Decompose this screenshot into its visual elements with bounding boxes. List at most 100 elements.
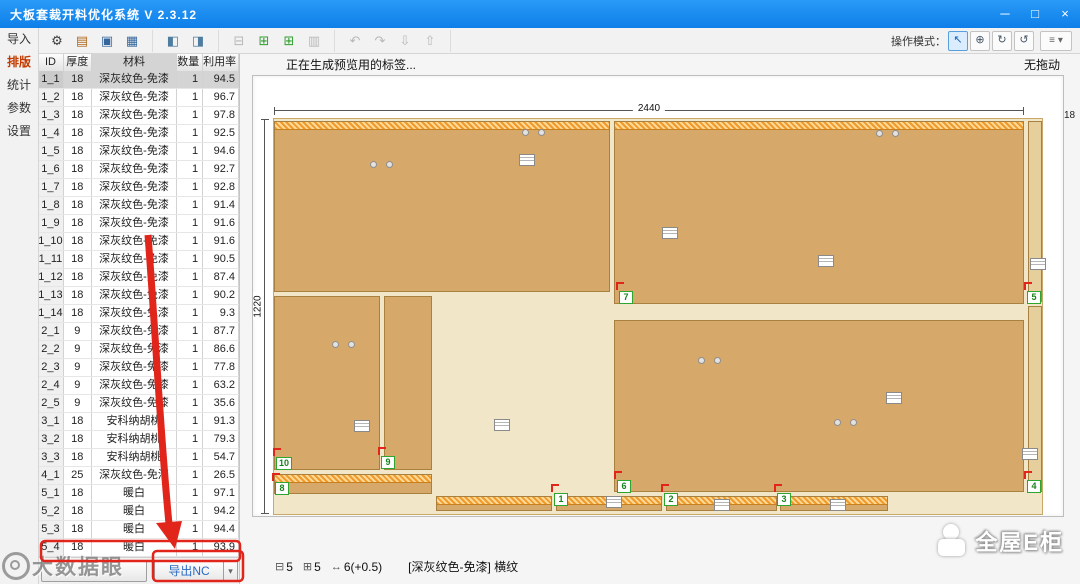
table-cell: 25 (64, 467, 92, 484)
table-row[interactable]: 1_3 18 深灰纹色-免漆 1 97.8 (38, 107, 239, 125)
table-row[interactable]: 1_12 18 深灰纹色-免漆 1 87.4 (38, 269, 239, 287)
mode-dropdown[interactable]: ≡ ▾ (1040, 30, 1072, 51)
table-row[interactable]: 5_4 18 暖白 1 93.9 (38, 539, 239, 557)
table-row[interactable]: 1_11 18 深灰纹色-免漆 1 90.5 (38, 251, 239, 269)
piece-number-marker[interactable]: 3 (777, 493, 791, 506)
panel-left-icon[interactable]: ◧ (162, 30, 184, 52)
table-row[interactable]: 1_13 18 深灰纹色-免漆 1 90.2 (38, 287, 239, 305)
piece-number-marker[interactable]: 10 (276, 457, 293, 470)
table-cell: 92.7 (203, 161, 239, 178)
minimize-button[interactable]: ─ (990, 0, 1020, 28)
table-row[interactable]: 3_1 18 安科纳胡桃 1 91.3 (38, 413, 239, 431)
pan-mode-button[interactable]: ⊕ (970, 30, 990, 51)
table-row[interactable]: 1_1 18 深灰纹色-免漆 1 94.5 (38, 71, 239, 89)
board-piece-bottom-a[interactable] (436, 496, 552, 511)
column-header[interactable]: 厚度 (64, 54, 92, 71)
table-cell: 35.6 (203, 395, 239, 412)
export-nc-dropdown[interactable]: ▾ (223, 560, 238, 582)
table-row[interactable]: 1_7 18 深灰纹色-免漆 1 92.8 (38, 179, 239, 197)
table-cell: 1 (177, 377, 204, 394)
settings-gear-icon[interactable]: ⚙ (46, 30, 68, 52)
board-piece-strip-5[interactable] (1028, 121, 1042, 302)
board-height-label: 1220 (253, 292, 264, 321)
layout-canvas[interactable]: 2440 1220 7 5 10 9 8 6 1 2 3 4 (252, 75, 1064, 517)
table-cell: 2_5 (38, 395, 64, 412)
table-cell: 深灰纹色-免漆 (92, 467, 178, 484)
table-cell: 1_7 (38, 179, 64, 196)
cursor-mode-button[interactable]: ↖ (948, 30, 968, 51)
table-row[interactable]: 1_14 18 深灰纹色-免漆 1 9.3 (38, 305, 239, 323)
table-cell: 1 (177, 539, 204, 556)
table-cell: 18 (64, 413, 92, 430)
export-nc-button[interactable]: 导出NC (154, 560, 224, 582)
table-row[interactable]: 2_5 9 深灰纹色-免漆 1 35.6 (38, 395, 239, 413)
table-row[interactable]: 1_6 18 深灰纹色-免漆 1 92.7 (38, 161, 239, 179)
piece-number-marker[interactable]: 7 (619, 291, 633, 304)
app-window: 大板套裁开料优化系统 V 2.3.12 ─ □ × ⚙ ▤ ▣ ▦ ◧ ◨ ⊟ ⊞ ⊞ ▥ ↶ ↷ ⇩ ⇧ 操… (0, 0, 1080, 584)
table-cell: 2_3 (38, 359, 64, 376)
rotate-cw-button[interactable]: ↻ (992, 30, 1012, 51)
table-row[interactable]: 5_1 18 暖白 1 97.1 (38, 485, 239, 503)
table-cell: 2_2 (38, 341, 64, 358)
piece-number-marker[interactable]: 6 (617, 480, 631, 493)
piece-number-marker[interactable]: 4 (1027, 480, 1041, 493)
board-piece-strip-4[interactable] (1028, 306, 1042, 492)
table-row[interactable]: 1_10 18 深灰纹色-免漆 1 91.6 (38, 233, 239, 251)
sidebar-item-layout[interactable]: 排版 (0, 51, 38, 74)
table-row[interactable]: 1_8 18 深灰纹色-免漆 1 91.4 (38, 197, 239, 215)
sidebar-item-import[interactable]: 导入 (0, 28, 38, 51)
table-row[interactable]: 3_2 18 安科纳胡桃 1 79.3 (38, 431, 239, 449)
board-piece-mid-right[interactable] (614, 320, 1024, 492)
progress-status-text: 正在生成预览用的标签... (286, 58, 417, 72)
secondary-button[interactable] (41, 560, 147, 582)
sidebar-item-stats[interactable]: 统计 (0, 74, 38, 97)
operation-mode-label: 操作模式： (891, 35, 946, 48)
table-cell: 1 (177, 251, 204, 268)
table-cell: 1_10 (38, 233, 64, 250)
add-board-icon[interactable]: ⊞ (253, 30, 275, 52)
table-cell: 91.6 (203, 233, 239, 250)
sidebar-item-settings[interactable]: 设置 (0, 120, 38, 143)
table-row[interactable]: 2_3 9 深灰纹色-免漆 1 77.8 (38, 359, 239, 377)
board-piece-strip-8[interactable] (274, 474, 432, 494)
table-row[interactable]: 4_1 25 深灰纹色-免漆 1 26.5 (38, 467, 239, 485)
piece-number-marker[interactable]: 5 (1027, 291, 1041, 304)
rotate-ccw-button[interactable]: ↺ (1014, 30, 1034, 51)
table-cell: 深灰纹色-免漆 (92, 395, 178, 412)
close-button[interactable]: × (1050, 0, 1080, 28)
add-part-icon[interactable]: ⊞ (278, 30, 300, 52)
table-row[interactable]: 2_1 9 深灰纹色-免漆 1 87.7 (38, 323, 239, 341)
piece-number-marker[interactable]: 9 (381, 456, 395, 469)
table-row[interactable]: 1_9 18 深灰纹色-免漆 1 91.6 (38, 215, 239, 233)
grid-icon[interactable]: ▦ (121, 30, 143, 52)
board-piece-mid-9[interactable] (384, 296, 432, 470)
table-row[interactable]: 3_3 18 安科纳胡桃 1 54.7 (38, 449, 239, 467)
table-row[interactable]: 2_4 9 深灰纹色-免漆 1 63.2 (38, 377, 239, 395)
table-cell: 9 (64, 395, 92, 412)
piece-number-marker[interactable]: 1 (554, 493, 568, 506)
table-cell: 94.2 (203, 503, 239, 520)
column-header[interactable]: 利用率 (203, 54, 239, 71)
board-piece-top-left[interactable] (274, 121, 610, 292)
column-header[interactable]: 材料 (91, 54, 178, 71)
image-icon[interactable]: ▣ (96, 30, 118, 52)
drill-hole (386, 161, 393, 168)
panel-right-icon[interactable]: ◨ (187, 30, 209, 52)
column-header[interactable]: ID (38, 54, 64, 71)
maximize-button[interactable]: □ (1020, 0, 1050, 28)
table-row[interactable]: 5_2 18 暖白 1 94.2 (38, 503, 239, 521)
sidebar-item-params[interactable]: 参数 (0, 97, 38, 120)
piece-number-marker[interactable]: 8 (275, 482, 289, 495)
table-row[interactable]: 1_4 18 深灰纹色-免漆 1 92.5 (38, 125, 239, 143)
table-row[interactable]: 1_5 18 深灰纹色-免漆 1 94.6 (38, 143, 239, 161)
table-cell: 1 (177, 305, 204, 322)
window-controls: ─ □ × (990, 0, 1080, 28)
board-piece-mid-left[interactable] (274, 296, 380, 470)
piece-number-marker[interactable]: 2 (664, 493, 678, 506)
label-tag-icon[interactable]: ▤ (71, 30, 93, 52)
board-piece-top-right[interactable] (614, 121, 1024, 304)
table-row[interactable]: 2_2 9 深灰纹色-免漆 1 86.6 (38, 341, 239, 359)
column-header[interactable]: 数量 (177, 54, 204, 71)
table-row[interactable]: 1_2 18 深灰纹色-免漆 1 96.7 (38, 89, 239, 107)
table-row[interactable]: 5_3 18 暖白 1 94.4 (38, 521, 239, 539)
